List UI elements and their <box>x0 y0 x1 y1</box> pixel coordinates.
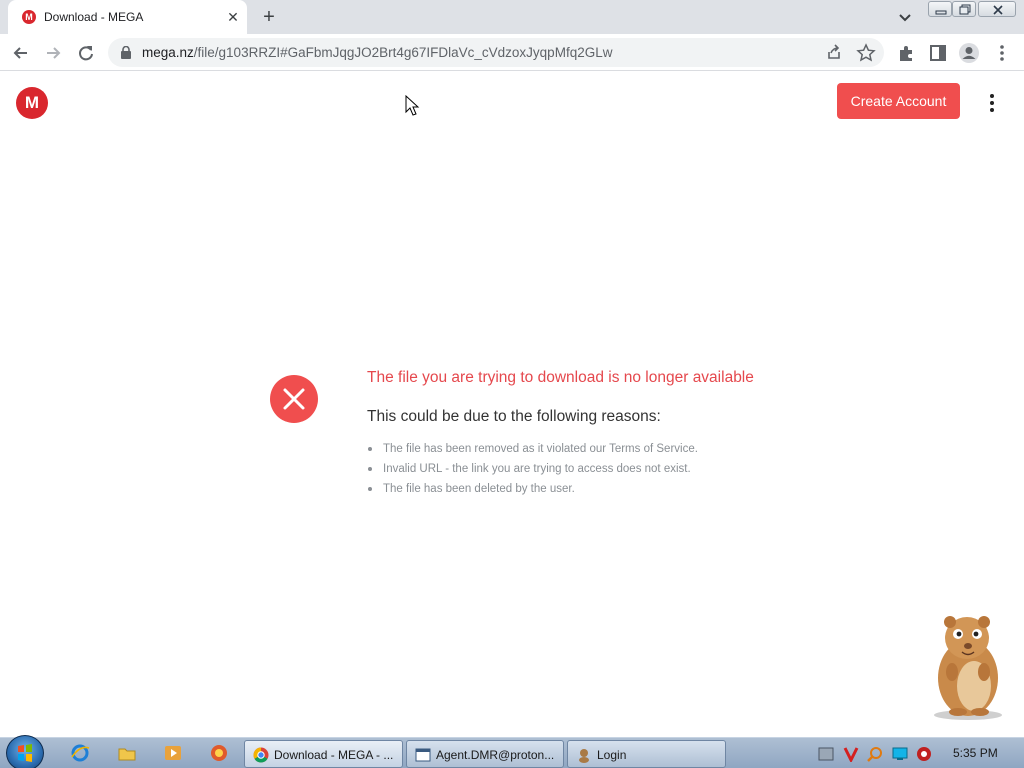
mega-logo[interactable]: M <box>16 87 48 119</box>
windows-logo-icon <box>18 744 32 762</box>
bookmark-star-icon[interactable] <box>855 42 877 64</box>
share-icon[interactable] <box>823 42 845 64</box>
browser-toolbar: mega.nz/file/g103RRZI#GaFbmJqgJO2Brt4g67… <box>0 34 1024 71</box>
mega-favicon-icon: M <box>22 10 36 24</box>
url-text: mega.nz/file/g103RRZI#GaFbmJqgJO2Brt4g67… <box>142 45 612 60</box>
create-account-button[interactable]: Create Account <box>837 83 960 119</box>
antivirus-tray-icon[interactable] <box>843 746 859 762</box>
media-player-icon[interactable] <box>163 743 183 763</box>
search-tray-icon[interactable] <box>867 746 883 762</box>
taskbar-item-label: Download - MEGA - ... <box>274 748 394 762</box>
reason-item: The file has been removed as it violated… <box>367 441 698 461</box>
reload-icon[interactable] <box>75 42 97 64</box>
taskbar-item-label: Login <box>597 748 627 762</box>
network-tray-icon[interactable] <box>818 746 834 762</box>
url-path: /file/g103RRZI#GaFbmJqgJO2Brt4g67IFDlaVc… <box>193 45 613 60</box>
app-icon <box>579 749 589 763</box>
mouse-cursor-icon <box>405 95 420 116</box>
taskbar: Download - MEGA - ... Agent.DMR@proton..… <box>0 735 1024 768</box>
minimize-button[interactable] <box>928 1 952 17</box>
reasons-heading: This could be due to the following reaso… <box>367 408 661 425</box>
error-x-icon <box>270 375 318 423</box>
lock-icon[interactable] <box>120 46 132 59</box>
hamster-mascot-icon[interactable] <box>922 612 1008 722</box>
taskbar-clock[interactable]: 5:35 PM <box>953 746 998 760</box>
window-icon <box>415 748 431 762</box>
internet-explorer-icon[interactable] <box>70 743 90 763</box>
taskbar-item-agent[interactable]: Agent.DMR@proton... <box>406 740 564 768</box>
restore-button[interactable] <box>952 1 976 17</box>
tab-close-icon[interactable]: ✕ <box>224 8 242 26</box>
address-bar[interactable]: mega.nz/file/g103RRZI#GaFbmJqgJO2Brt4g67… <box>108 38 884 67</box>
tab-strip: M Download - MEGA ✕ + <box>0 0 1024 34</box>
reasons-list: The file has been removed as it violated… <box>367 441 698 501</box>
error-title: The file you are trying to download is n… <box>367 369 754 386</box>
volume-tray-icon[interactable] <box>916 746 932 762</box>
window-close-button[interactable] <box>978 1 1016 17</box>
back-arrow-icon[interactable] <box>10 42 32 64</box>
profile-avatar-icon[interactable] <box>958 42 980 64</box>
display-tray-icon[interactable] <box>892 746 908 762</box>
tab-download-mega[interactable]: M Download - MEGA ✕ <box>8 0 247 34</box>
taskbar-item-chrome[interactable]: Download - MEGA - ... <box>244 740 403 768</box>
browser-menu-icon[interactable] <box>991 42 1013 64</box>
url-host: mega.nz <box>142 45 194 60</box>
reason-item: Invalid URL - the link you are trying to… <box>367 461 698 481</box>
start-button[interactable] <box>6 735 44 768</box>
side-panel-icon[interactable] <box>927 42 949 64</box>
page-menu-icon[interactable] <box>982 91 1002 115</box>
extensions-puzzle-icon[interactable] <box>895 42 917 64</box>
app-shortcut-icon[interactable] <box>209 743 229 763</box>
file-explorer-icon[interactable] <box>117 743 137 763</box>
taskbar-item-label: Agent.DMR@proton... <box>436 748 555 762</box>
tab-title: Download - MEGA <box>44 10 144 24</box>
forward-arrow-icon[interactable] <box>42 42 64 64</box>
tab-search-chevron-icon[interactable] <box>896 8 914 26</box>
taskbar-item-login[interactable]: Login <box>567 740 726 768</box>
new-tab-button[interactable]: + <box>258 6 280 28</box>
reason-item: The file has been deleted by the user. <box>367 481 698 501</box>
chrome-icon <box>253 747 269 763</box>
